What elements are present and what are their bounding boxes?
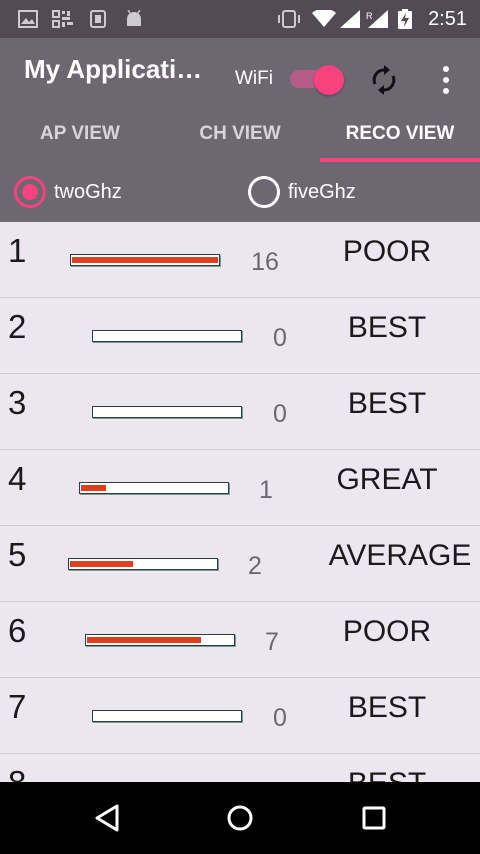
ap-count: 2 <box>248 552 262 580</box>
usage-bar-fill <box>70 561 133 567</box>
usage-bar-fill <box>81 485 106 491</box>
band-selector: twoGhz fiveGhz <box>0 164 480 222</box>
back-icon[interactable] <box>91 802 123 834</box>
usage-bar <box>92 330 242 342</box>
wifi-label: WiFi <box>235 68 273 89</box>
home-icon[interactable] <box>224 802 256 834</box>
channel-number: 6 <box>8 612 27 649</box>
usage-bar-fill <box>87 637 201 643</box>
channel-rating: POOR <box>342 615 432 648</box>
usage-bar <box>68 558 218 570</box>
tab-bar: AP VIEW CH VIEW RECO VIEW <box>0 106 480 164</box>
list-item[interactable]: 1 16 POOR <box>0 222 480 298</box>
ap-count: 7 <box>265 628 279 656</box>
vibrate-icon <box>278 10 300 28</box>
channel-number: 5 <box>8 536 27 573</box>
tab-reco-view[interactable]: RECO VIEW <box>320 106 480 164</box>
channel-rating: BEST <box>347 387 427 420</box>
svg-text:R: R <box>366 11 373 21</box>
sync-icon[interactable] <box>368 64 400 96</box>
radio-fiveghz-label[interactable]: fiveGhz <box>288 181 356 204</box>
channel-rating: BEST <box>347 311 427 344</box>
tab-ch-view[interactable]: CH VIEW <box>160 106 320 164</box>
list-item[interactable]: 8 BEST <box>0 754 480 782</box>
channel-rating: GREAT <box>336 463 438 496</box>
channel-list[interactable]: 1 16 POOR 2 0 BEST 3 0 BEST 4 1 GREAT 5 … <box>0 222 480 782</box>
ap-count: 16 <box>251 248 279 276</box>
qr-code-icon <box>52 10 73 28</box>
channel-rating: BEST <box>347 691 427 724</box>
clock: 2:51 <box>428 8 467 30</box>
usage-bar <box>92 710 242 722</box>
overflow-menu-icon[interactable] <box>438 64 454 96</box>
ap-count: 0 <box>273 324 287 352</box>
ap-count: 0 <box>273 400 287 428</box>
recents-icon[interactable] <box>358 802 390 834</box>
channel-number: 8 <box>8 764 26 782</box>
usage-bar <box>70 254 220 266</box>
radio-twoghz-label[interactable]: twoGhz <box>54 181 122 204</box>
radio-twoghz[interactable] <box>14 176 46 208</box>
list-item[interactable]: 6 7 POOR <box>0 602 480 678</box>
channel-rating: BEST <box>302 767 472 782</box>
channel-rating: POOR <box>342 235 432 268</box>
list-item[interactable]: 3 0 BEST <box>0 374 480 450</box>
channel-number: 3 <box>8 384 27 421</box>
list-item[interactable]: 2 0 BEST <box>0 298 480 374</box>
list-item[interactable]: 5 2 AVERAGE <box>0 526 480 602</box>
channel-number: 4 <box>8 460 27 497</box>
tab-ap-view[interactable]: AP VIEW <box>0 106 160 164</box>
app-title: My Applicati… <box>24 54 203 84</box>
ap-count: 1 <box>259 476 273 504</box>
usage-bar <box>85 634 235 646</box>
android-icon <box>127 10 141 26</box>
cell-signal-icon <box>340 10 360 28</box>
wifi-toggle[interactable] <box>288 65 344 95</box>
battery-charging-icon <box>398 9 412 29</box>
channel-number: 1 <box>8 232 27 269</box>
list-item[interactable]: 7 0 BEST <box>0 678 480 754</box>
status-bar: R 2:51 <box>0 0 480 38</box>
image-icon <box>18 10 38 28</box>
toggle-thumb <box>314 65 344 95</box>
usage-bar <box>92 406 242 418</box>
usage-bar-fill <box>72 257 218 263</box>
navigation-bar <box>0 782 480 854</box>
ap-count: 0 <box>273 704 287 732</box>
channel-number: 7 <box>8 688 27 725</box>
tab-indicator <box>320 158 480 162</box>
radio-fiveghz[interactable] <box>248 176 280 208</box>
wifi-signal-icon <box>312 10 336 27</box>
channel-rating: AVERAGE <box>328 539 472 572</box>
sim-card-icon <box>90 10 106 28</box>
roaming-signal-icon: R <box>366 10 388 28</box>
channel-number: 2 <box>8 308 27 345</box>
list-item[interactable]: 4 1 GREAT <box>0 450 480 526</box>
app-bar: My Applicati… WiFi <box>0 38 480 106</box>
usage-bar <box>79 482 229 494</box>
